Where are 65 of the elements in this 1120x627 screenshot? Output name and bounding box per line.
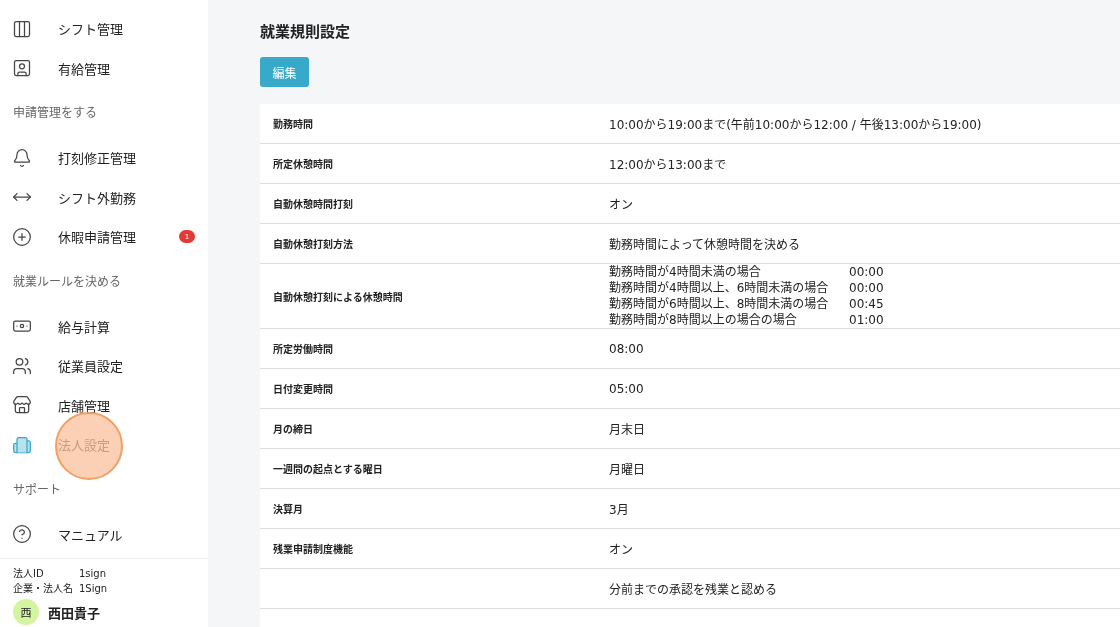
setting-label: 自動休憩打刻方法 xyxy=(272,237,354,251)
nav-item[interactable]: 有給管理 xyxy=(0,48,208,88)
setting-value: 分前までの承認を残業と認める xyxy=(609,582,777,597)
setting-value: 月末日 xyxy=(609,422,645,437)
nav-item[interactable]: シフト管理 xyxy=(0,9,208,49)
section-title: 申請管理をする xyxy=(12,105,98,122)
setting-label: 所定休憩時間 xyxy=(272,157,334,171)
help-icon xyxy=(12,524,32,545)
nav-item[interactable]: マニュアル xyxy=(0,514,208,554)
setting-label: 残業申請制度機能 xyxy=(272,542,354,556)
info-value: 1Sign xyxy=(79,582,108,595)
store-icon xyxy=(12,395,32,416)
break-time: 01:00 xyxy=(849,312,884,328)
nav-item[interactable]: 店舗管理 xyxy=(0,385,208,425)
info-label: 企業・法人名 xyxy=(13,582,74,595)
page-title: 就業規則設定 xyxy=(260,22,351,41)
setting-value: 勤務時間によって休憩時間を決める xyxy=(609,237,801,252)
nav-label: 従業員設定 xyxy=(58,358,123,376)
section-title: 就業ルールを決める xyxy=(12,273,122,291)
nav-label: 店舗管理 xyxy=(58,397,110,415)
plus-circle-icon xyxy=(12,226,32,247)
avatar: 西 xyxy=(13,599,39,625)
nav-item[interactable]: 従業員設定 xyxy=(0,346,208,386)
nav-item[interactable]: 打刻修正管理 xyxy=(0,138,208,178)
nav-label: 打刻修正管理 xyxy=(58,150,136,168)
setting-label: 決算月 xyxy=(272,502,304,516)
nav-label: シフト管理 xyxy=(58,21,123,39)
building-icon xyxy=(12,434,32,455)
section-title: サポート xyxy=(12,481,62,499)
break-time: 00:45 xyxy=(849,296,884,312)
setting-label: 一週間の起点とする曜日 xyxy=(272,462,384,476)
nav-label: シフト外勤務 xyxy=(58,189,136,207)
info-label: 法人ID xyxy=(13,567,45,580)
columns-icon xyxy=(12,18,32,39)
setting-label: 自動休憩時間打刻 xyxy=(272,197,354,211)
user-name: 西田貴子 xyxy=(48,604,100,622)
nav-label: マニュアル xyxy=(58,526,123,544)
setting-label: 日付変更時間 xyxy=(272,382,334,396)
nav-label: 有給管理 xyxy=(58,60,110,78)
setting-label: 自動休憩打刻による休憩時間 xyxy=(272,290,404,304)
nav-item[interactable]: シフト外勤務 xyxy=(0,177,208,217)
setting-value: オン xyxy=(609,197,633,212)
setting-value: 05:00 xyxy=(609,381,644,396)
break-time: 00:00 xyxy=(849,280,884,296)
setting-label: 勤務時間 xyxy=(272,117,314,131)
setting-value: 月曜日 xyxy=(609,462,645,477)
nav-item[interactable]: 給与計算 xyxy=(0,306,208,346)
break-time: 00:00 xyxy=(849,264,884,280)
setting-value: 12:00から13:00まで xyxy=(609,157,727,172)
condition-text: 勤務時間が6時間以上、8時間未満の場合 xyxy=(609,296,830,312)
people-icon xyxy=(12,355,32,376)
person-frame-icon xyxy=(12,58,32,79)
bell-icon xyxy=(12,147,32,168)
setting-value: オン xyxy=(609,542,633,557)
setting-label: 所定労働時間 xyxy=(272,342,334,356)
condition-text: 勤務時間が4時間未満の場合 xyxy=(609,264,762,280)
setting-label: 月の締日 xyxy=(272,423,314,436)
setting-value: 10:00から19:00まで(午前10:00から12:00 / 午後13:00から19:00) xyxy=(609,117,982,132)
nav-label: 給与計算 xyxy=(58,318,110,336)
condition-text: 勤務時間が8時間以上の場合の場合 xyxy=(609,312,798,328)
info-value: 1sign xyxy=(79,567,107,580)
condition-text: 勤務時間が4時間以上、6時間未満の場合 xyxy=(609,280,830,296)
nav-label: 休暇申請管理 xyxy=(58,229,136,247)
setting-value: 08:00 xyxy=(609,341,644,356)
setting-value: 3月 xyxy=(609,502,629,517)
